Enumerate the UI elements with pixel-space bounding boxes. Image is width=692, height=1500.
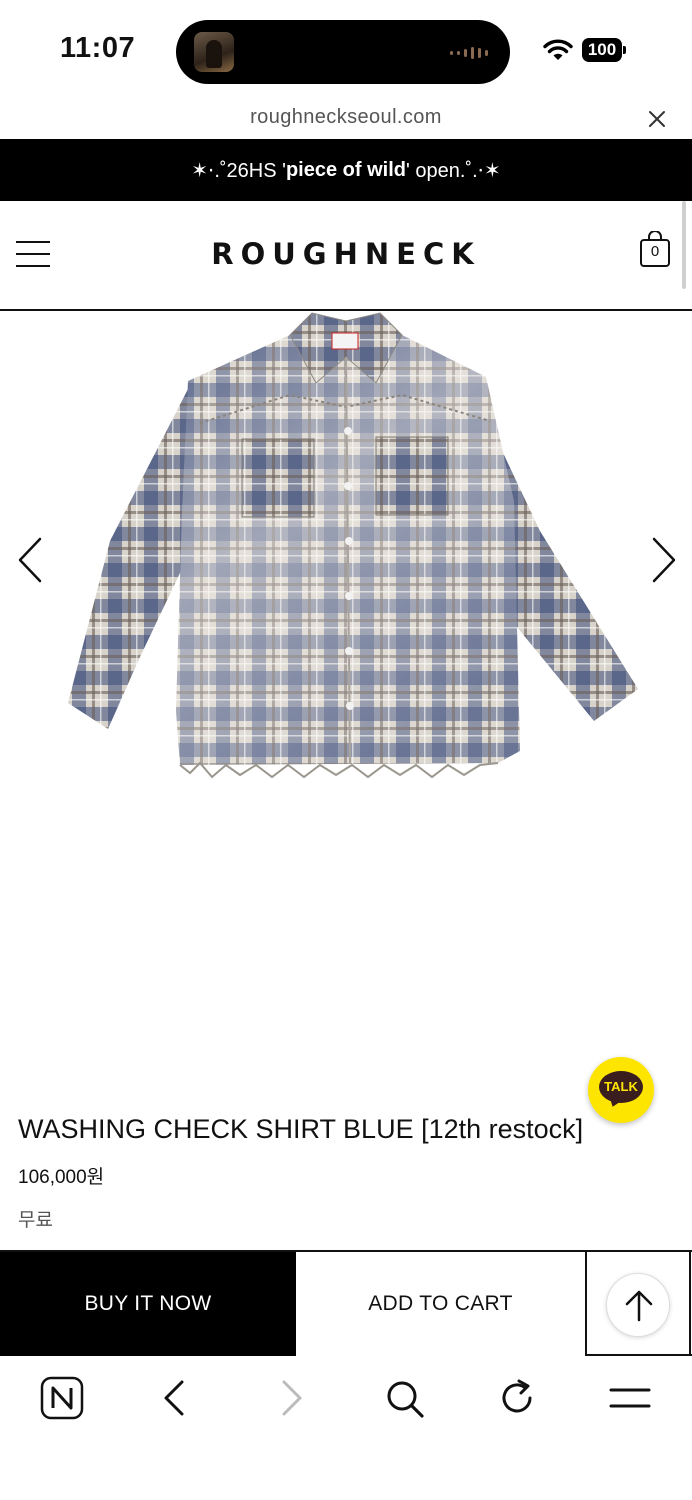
announcement-banner[interactable]: ✶⋅.˚26HS ' piece of wild ' open.˚.⋅✶	[0, 139, 692, 201]
now-playing-artwork	[194, 32, 234, 72]
wifi-icon	[543, 39, 573, 60]
battery-indicator: 100	[582, 38, 626, 64]
action-bar-edge	[689, 1252, 691, 1356]
status-bar: 11:07 100	[0, 0, 692, 100]
dynamic-island[interactable]	[176, 20, 510, 84]
scroll-to-top-button[interactable]	[606, 1273, 670, 1337]
announcement-suffix: ' open.˚.⋅✶	[406, 159, 501, 182]
battery-level: 100	[582, 38, 622, 62]
battery-cap	[623, 46, 626, 54]
audio-waveform-icon	[450, 47, 488, 59]
site-logo[interactable]: ROUGHNECK	[0, 237, 692, 271]
shipping-info: 무료	[18, 1210, 53, 1231]
status-time: 11:07	[60, 32, 136, 64]
talk-label: TALK	[599, 1071, 643, 1103]
buy-now-button[interactable]: BUY IT NOW	[0, 1252, 296, 1356]
chevron-right-icon[interactable]	[642, 535, 682, 585]
product-title: WASHING CHECK SHIRT BLUE [12th restock]	[18, 1114, 584, 1144]
cart-button[interactable]: 0	[638, 230, 672, 269]
cart-count: 0	[650, 243, 660, 260]
shirt-illustration	[68, 312, 638, 779]
close-icon[interactable]	[644, 106, 670, 132]
search-icon[interactable]	[382, 1376, 426, 1420]
announcement-highlight: piece of wild	[285, 158, 406, 181]
add-to-cart-button[interactable]: ADD TO CART	[296, 1252, 587, 1356]
kakao-talk-button[interactable]: TALK	[588, 1057, 654, 1123]
product-image-gallery[interactable]	[0, 311, 692, 1051]
menu-icon[interactable]	[608, 1376, 652, 1420]
page-scrollbar[interactable]	[682, 201, 686, 289]
site-header: ROUGHNECK 0	[0, 201, 692, 311]
back-icon[interactable]	[154, 1376, 198, 1420]
product-price: 106,000원	[18, 1167, 105, 1188]
url-display[interactable]: roughneckseoul.com	[0, 106, 692, 129]
arrow-up-icon	[625, 1290, 653, 1322]
chevron-left-icon[interactable]	[12, 535, 52, 585]
product-image	[68, 312, 638, 779]
naver-home-icon[interactable]	[40, 1376, 84, 1420]
refresh-icon[interactable]	[495, 1376, 539, 1420]
purchase-action-bar: BUY IT NOW ADD TO CART	[0, 1250, 692, 1356]
announcement-prefix: ✶⋅.˚26HS '	[191, 159, 286, 182]
browser-toolbar	[0, 1356, 692, 1500]
forward-icon[interactable]	[268, 1376, 312, 1420]
